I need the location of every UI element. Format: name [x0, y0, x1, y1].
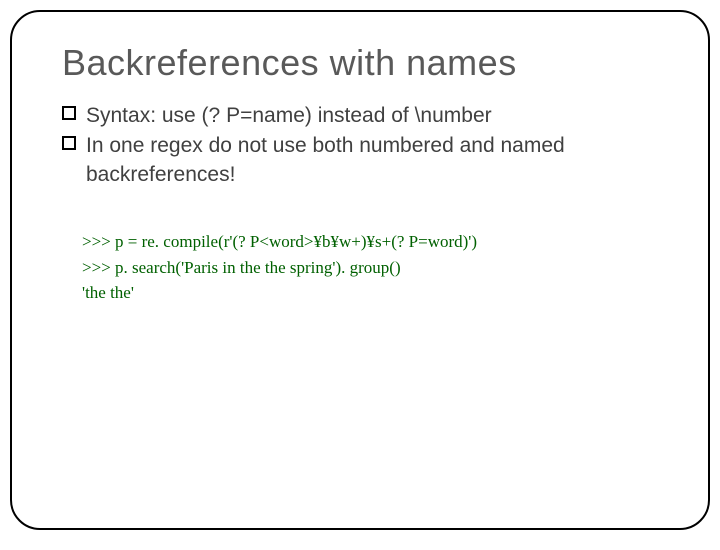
code-example: >>> p = re. compile(r'(? P<word>¥b¥w+)¥s… [82, 229, 668, 306]
code-line: >>> p = re. compile(r'(? P<word>¥b¥w+)¥s… [82, 229, 668, 255]
code-line: 'the the' [82, 280, 668, 306]
bullet-text: Syntax: use (? P=name) instead of \numbe… [86, 104, 492, 127]
list-item: In one regex do not use both numbered an… [62, 132, 668, 189]
square-bullet-icon [62, 136, 76, 150]
slide-title: Backreferences with names [62, 42, 668, 84]
square-bullet-icon [62, 106, 76, 120]
bullet-text: In one regex do not use both numbered an… [86, 134, 565, 185]
bullet-list: Syntax: use (? P=name) instead of \numbe… [62, 102, 668, 189]
slide-frame: Backreferences with names Syntax: use (?… [10, 10, 710, 530]
code-line: >>> p. search('Paris in the the spring')… [82, 255, 668, 281]
list-item: Syntax: use (? P=name) instead of \numbe… [62, 102, 668, 130]
